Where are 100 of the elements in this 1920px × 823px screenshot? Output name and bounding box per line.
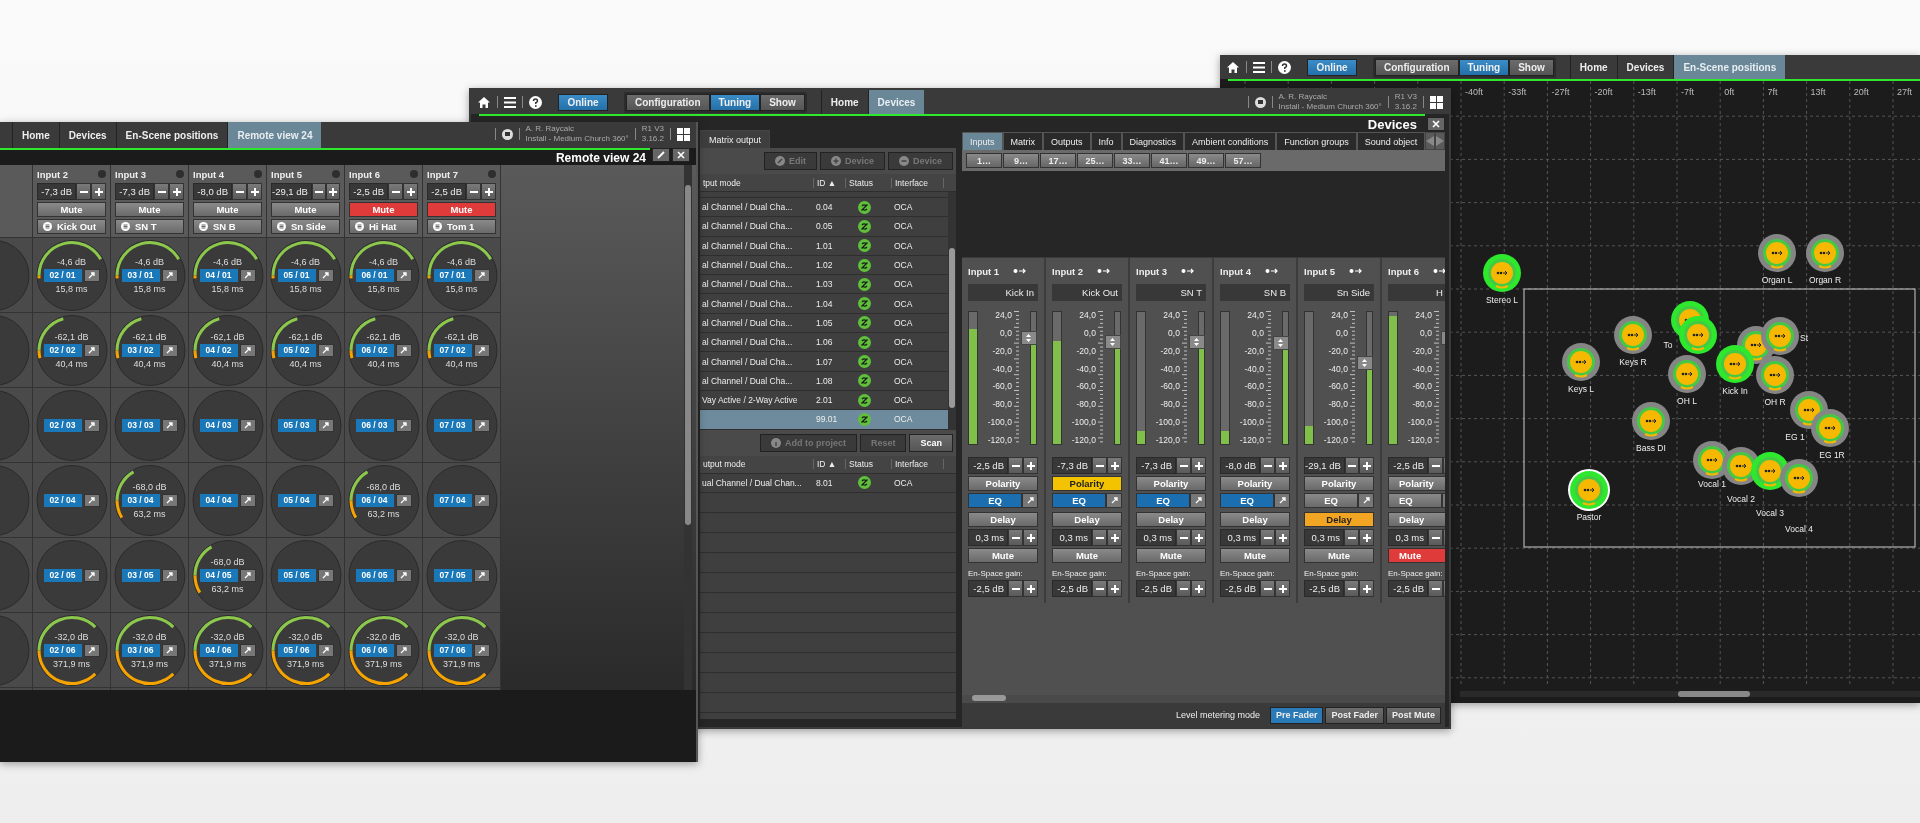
nav-tab[interactable]: En-Scene positions [1673,55,1786,79]
gain-field[interactable]: -2,5 dB [1388,580,1428,597]
mute-button[interactable]: Mute [1136,548,1206,563]
tab[interactable]: Outputs [1043,132,1091,150]
column-header[interactable]: tput mode [700,177,814,188]
dot-arrow-icon[interactable] [1349,268,1364,274]
increase-button[interactable] [1359,457,1374,474]
gain-field[interactable]: -2,5 dB [968,457,1008,474]
gain-field[interactable]: -8,0 dB [1220,457,1260,474]
sound-object-marker[interactable] [1632,402,1670,440]
delay-button[interactable]: Delay [1220,512,1290,527]
metering-mode-button[interactable]: Post Fader [1325,706,1384,724]
home-icon[interactable] [477,95,491,109]
source-button[interactable]: SN T [115,219,184,234]
increase-button[interactable] [91,183,106,200]
source-button[interactable]: Sn Side [271,219,340,234]
decrease-button[interactable] [1428,529,1443,546]
fader-handle[interactable] [1272,336,1289,351]
online-button[interactable]: Online [558,93,608,111]
tab[interactable]: Inputs [962,132,1003,150]
online-button[interactable]: Online [1307,58,1357,76]
gain-field[interactable]: -7,3 dB [1052,457,1092,474]
fader[interactable] [1272,311,1290,445]
source-name-field[interactable]: SN B [1220,284,1290,301]
home-icon[interactable] [1226,60,1240,74]
increase-button[interactable] [1275,457,1290,474]
action-button[interactable]: Scan [909,433,953,452]
mute-button[interactable]: Mute [115,202,184,217]
mode-button[interactable]: Configuration [1375,58,1459,76]
decrease-button[interactable] [232,183,247,200]
increase-button[interactable] [1191,580,1206,597]
eq-button[interactable]: EQ [1136,493,1190,508]
gain-field[interactable]: -2,5 dB [349,183,388,200]
increase-button[interactable] [1023,580,1038,597]
delay-button[interactable]: Delay [1388,512,1445,527]
open-button[interactable] [1022,493,1038,508]
table-row[interactable]: al Channel / Dual Cha... 1.08 OCA [700,371,948,391]
source-name-field[interactable]: SN T [1136,284,1206,301]
mute-button[interactable]: Mute [427,202,496,217]
fader[interactable] [1356,311,1374,445]
mute-button[interactable]: Mute [1220,548,1290,563]
tab[interactable]: Matrix output [700,130,771,148]
decrease-button[interactable] [1008,580,1023,597]
dot-arrow-icon[interactable] [1097,268,1112,274]
increase-button[interactable] [1359,529,1374,546]
sound-object-marker[interactable] [1614,316,1652,354]
nav-tab[interactable]: Devices [867,90,925,114]
decrease-button[interactable] [1092,580,1107,597]
sound-object-marker[interactable] [1679,316,1717,354]
table-row[interactable]: ual Channel / Dual Chan... 8.01 OCA [700,473,956,493]
decrease-button[interactable] [1092,529,1107,546]
decrease-button[interactable] [154,183,169,200]
source-button[interactable]: Hi Hat [349,219,418,234]
gain-field[interactable]: -7,3 dB [115,183,154,200]
decrease-button[interactable] [1344,580,1359,597]
eq-button[interactable]: EQ [968,493,1022,508]
bank-button[interactable]: 41… [1151,153,1187,168]
table-row[interactable]: al Channel / Dual Cha... 1.01 OCA [700,236,948,256]
gain-field[interactable]: -2,5 dB [1220,580,1260,597]
dot-arrow-icon[interactable] [1013,268,1028,274]
tab[interactable]: Ambient conditions [1184,132,1277,150]
sound-object-marker[interactable] [1568,469,1610,511]
delay-field[interactable]: 0,3 ms [1052,529,1092,546]
eq-button[interactable]: EQ [1304,493,1358,508]
dot-arrow-icon[interactable] [1181,268,1196,274]
increase-button[interactable] [481,183,496,200]
increase-button[interactable] [1275,529,1290,546]
increase-button[interactable] [1107,457,1122,474]
gain-field[interactable]: -29,1 dB [1304,457,1345,474]
table-row[interactable]: al Channel / Dual Cha... 1.07 OCA [700,352,948,372]
fader-handle[interactable] [1356,356,1373,371]
delay-field[interactable]: 0,3 ms [1136,529,1176,546]
menu-icon[interactable] [1253,61,1265,73]
gain-field[interactable]: -2,5 dB [1388,457,1428,474]
open-button[interactable] [1358,493,1374,508]
decrease-button[interactable] [1428,580,1443,597]
gain-field[interactable]: -2,5 dB [968,580,1008,597]
sound-object-marker[interactable] [1780,459,1818,497]
gain-field[interactable]: -2,5 dB [1052,580,1092,597]
metering-mode-button[interactable]: Pre Fader [1269,706,1324,724]
fader-handle[interactable] [1188,334,1205,349]
increase-button[interactable] [1191,457,1206,474]
mode-button[interactable]: Show [760,93,805,111]
source-button[interactable]: SN B [193,219,262,234]
decrease-button[interactable] [1008,529,1023,546]
mute-button[interactable]: Mute [1304,548,1374,563]
bank-button[interactable]: 49… [1188,153,1224,168]
source-name-field[interactable]: Sn Side [1304,284,1374,301]
source-button[interactable]: Tom 1 [427,219,496,234]
column-header[interactable]: Interface [892,177,944,188]
delay-button[interactable]: Delay [1304,512,1374,527]
gain-field[interactable]: -7,3 dB [37,183,76,200]
table-row[interactable]: al Channel / Dual Cha... 1.06 OCA [700,333,948,353]
polarity-button[interactable]: Polarity [1220,476,1290,491]
polarity-button[interactable]: Polarity [1136,476,1206,491]
table-row[interactable]: al Channel / Dual Cha... 1.03 OCA [700,275,948,295]
decrease-button[interactable] [1092,457,1107,474]
tab[interactable]: Matrix [1002,132,1044,150]
mute-button[interactable]: Mute [349,202,418,217]
tab[interactable]: Function groups [1276,132,1357,150]
